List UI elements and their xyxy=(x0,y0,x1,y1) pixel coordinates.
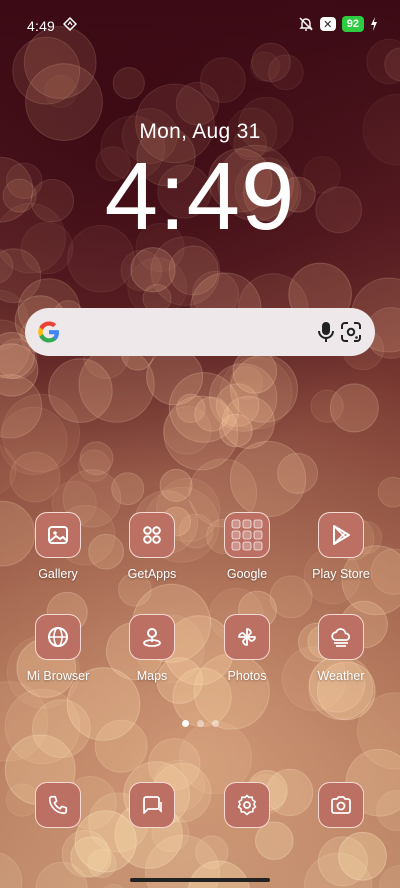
x-badge-icon: ✕ xyxy=(319,17,336,31)
app-label: GetApps xyxy=(127,567,177,581)
app-label: Weather xyxy=(317,669,365,683)
nav-diamond-icon xyxy=(63,17,77,31)
maps-pin-icon xyxy=(143,628,161,647)
pinwheel-icon xyxy=(238,628,256,646)
app-getapps[interactable]: GetApps xyxy=(112,512,192,581)
status-bar: 4:49 ✕ 92 xyxy=(0,14,400,38)
battery-icon: 92 xyxy=(341,16,364,32)
date-label: Mon, Aug 31 xyxy=(139,120,261,143)
clock-widget[interactable]: 4:49 xyxy=(0,142,400,252)
app-label: Play Store xyxy=(312,567,370,581)
weather-icon xyxy=(331,628,351,647)
app-gallery[interactable]: Gallery xyxy=(18,512,98,581)
app-label: Google xyxy=(226,567,268,581)
dock-settings[interactable] xyxy=(207,782,287,828)
mic-icon[interactable] xyxy=(315,320,337,344)
play-store-icon xyxy=(333,525,350,545)
globe-icon xyxy=(48,627,68,647)
app-label: Gallery xyxy=(38,567,78,581)
app-photos[interactable]: Photos xyxy=(207,614,287,683)
app-play-store[interactable]: Play Store xyxy=(301,512,381,581)
bell-muted-icon xyxy=(299,17,313,31)
page-dot-2[interactable] xyxy=(196,720,204,727)
google-search-bar[interactable] xyxy=(25,308,375,356)
messages-icon xyxy=(143,796,162,814)
getapps-icon xyxy=(143,526,161,544)
status-time: 4:49 xyxy=(27,18,56,34)
app-weather[interactable]: Weather xyxy=(301,614,381,683)
settings-icon xyxy=(237,794,257,816)
page-indicator xyxy=(0,720,400,727)
page-dot-1[interactable] xyxy=(181,720,189,727)
google-lens-icon[interactable] xyxy=(339,320,363,344)
google-folder-icon xyxy=(231,519,263,551)
gallery-icon xyxy=(48,526,68,544)
app-google-folder[interactable]: Google xyxy=(207,512,287,581)
dock-messages[interactable] xyxy=(112,782,192,828)
phone-icon xyxy=(48,795,68,815)
dock-phone[interactable] xyxy=(18,782,98,828)
app-mi-browser[interactable]: Mi Browser xyxy=(18,614,98,683)
app-label: Photos xyxy=(227,669,267,683)
gesture-home-bar[interactable] xyxy=(130,878,270,882)
app-label: Maps xyxy=(136,669,168,683)
google-g-icon xyxy=(38,321,59,343)
dock-camera[interactable] xyxy=(301,782,381,828)
app-label: Mi Browser xyxy=(26,669,90,683)
app-maps[interactable]: Maps xyxy=(112,614,192,683)
page-dot-3[interactable] xyxy=(211,720,219,727)
charging-bolt-icon xyxy=(371,17,377,31)
camera-icon xyxy=(331,796,351,814)
